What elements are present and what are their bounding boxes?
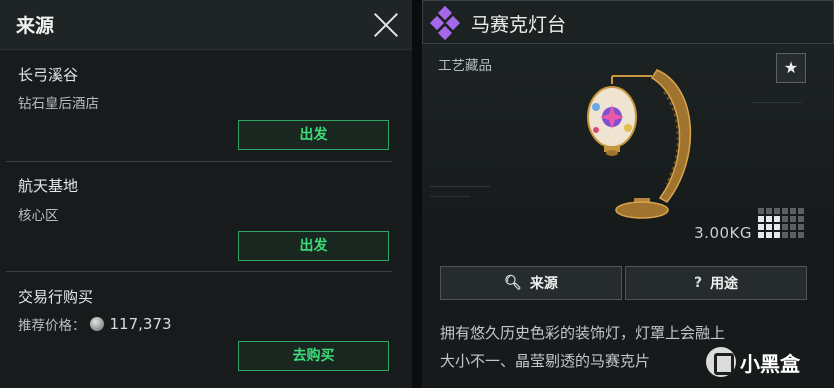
item-category: 工艺藏品	[438, 58, 492, 74]
go-button[interactable]: 出发	[238, 120, 389, 150]
source-panel: 来源 长弓溪谷 钻石皇后酒店 出发 航天基地 核心区 出发 交易行购买 推荐价格…	[0, 0, 412, 388]
source-entry-market: 交易行购买 推荐价格： 117,373 去购买	[0, 272, 412, 388]
rarity-diamond-icon	[429, 5, 461, 41]
go-button[interactable]: 出发	[238, 231, 389, 261]
size-grid-cell	[790, 224, 796, 230]
watermark-text: 小黑盒	[740, 351, 800, 376]
size-grid-cell	[798, 208, 804, 214]
size-grid-cell	[790, 232, 796, 238]
close-button[interactable]	[370, 9, 402, 41]
size-grid-cell	[758, 216, 764, 222]
item-panel: 马赛克灯台 工艺藏品 ★ 3.00KG 🔍︎ 来源 ? 用途 拥有悠久历史色彩的…	[422, 0, 834, 388]
size-grid-cell	[766, 208, 772, 214]
usage-button-label: 用途	[710, 276, 739, 292]
item-showcase: 工艺藏品 ★ 3.00KG	[422, 44, 834, 252]
item-size-grid-icon	[758, 208, 806, 244]
size-grid-cell	[774, 232, 780, 238]
size-grid-cell	[798, 216, 804, 222]
item-header: 马赛克灯台	[422, 0, 834, 44]
size-grid-cell	[766, 224, 772, 230]
source-market-name: 交易行购买	[18, 288, 94, 306]
mosaic-lamp-image	[587, 69, 692, 219]
item-weight: 3.00KG	[694, 224, 752, 242]
size-grid-cell	[782, 224, 788, 230]
size-grid-cell	[766, 232, 772, 238]
source-panel-header: 来源	[0, 0, 412, 50]
favorite-star-button[interactable]: ★	[776, 53, 806, 83]
size-grid-cell	[774, 208, 780, 214]
source-button[interactable]: 🔍︎ 来源	[440, 266, 622, 300]
buy-button[interactable]: 去购买	[238, 341, 389, 371]
price-value: 117,373	[109, 315, 172, 333]
source-entry: 航天基地 核心区 出发	[0, 162, 412, 272]
source-location: 长弓溪谷	[18, 66, 79, 84]
source-button-label: 来源	[529, 276, 558, 292]
size-grid-cell	[790, 216, 796, 222]
usage-button[interactable]: ? 用途	[625, 266, 807, 300]
source-entry: 长弓溪谷 钻石皇后酒店 出发	[0, 50, 412, 162]
size-grid-cell	[758, 224, 764, 230]
item-title: 马赛克灯台	[471, 14, 567, 36]
description-line: 拥有悠久历史色彩的装饰灯，灯罩上会融上	[440, 324, 726, 342]
question-icon: ?	[693, 275, 703, 291]
size-grid-cell	[782, 232, 788, 238]
size-grid-cell	[774, 224, 780, 230]
size-grid-cell	[758, 232, 764, 238]
size-grid-cell	[782, 208, 788, 214]
source-sublocation: 钻石皇后酒店	[18, 96, 99, 112]
size-grid-cell	[782, 216, 788, 222]
item-actions: 🔍︎ 来源 ? 用途	[440, 266, 807, 300]
source-sublocation: 核心区	[18, 208, 59, 224]
search-icon: 🔍︎	[504, 275, 522, 291]
size-grid-cell	[798, 224, 804, 230]
panel-gap	[412, 0, 422, 388]
watermark: 小黑盒	[706, 347, 800, 377]
coin-icon	[89, 317, 104, 331]
size-grid-cell	[790, 208, 796, 214]
size-grid-cell	[758, 208, 764, 214]
size-grid-cell	[774, 216, 780, 222]
recommended-price: 推荐价格： 117,373	[18, 314, 172, 334]
price-label: 推荐价格：	[18, 318, 86, 334]
source-location: 航天基地	[18, 177, 79, 195]
size-grid-cell	[798, 232, 804, 238]
xiaoheihe-logo-icon	[706, 347, 736, 377]
size-grid-cell	[766, 216, 772, 222]
source-panel-title: 来源	[16, 15, 55, 37]
